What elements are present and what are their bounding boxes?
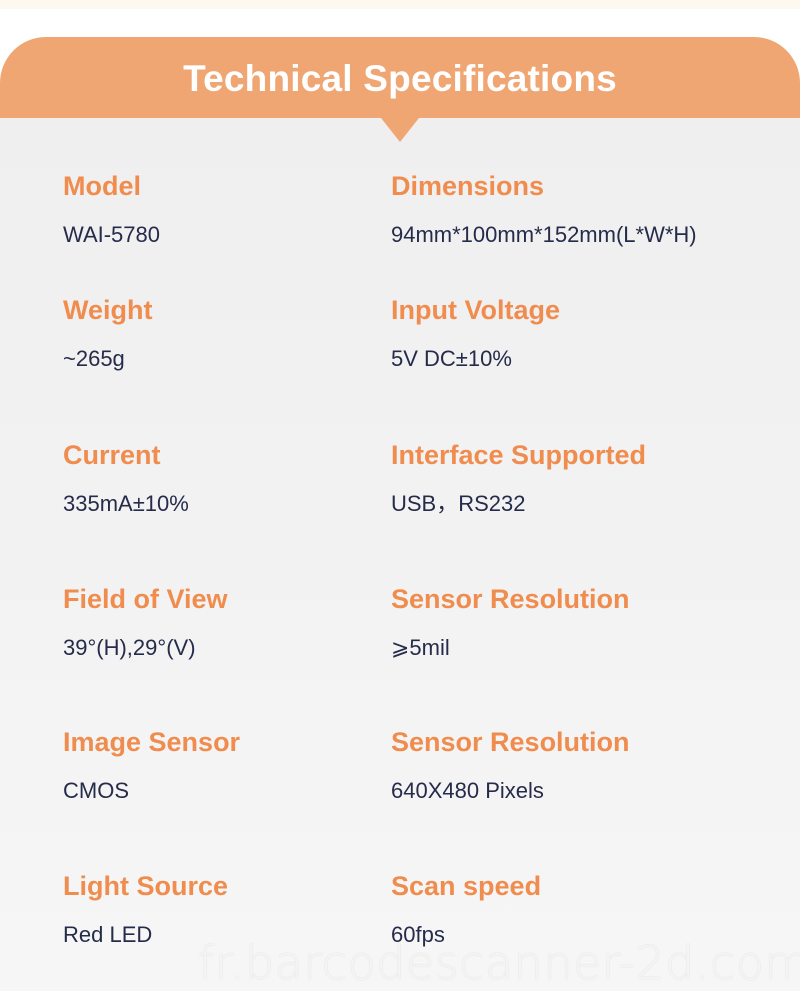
spec-label: Image Sensor (63, 727, 241, 757)
spec-weight: Weight ~265g (63, 294, 153, 373)
spec-input-voltage: Input Voltage 5V DC±10% (391, 294, 560, 373)
watermark: fr.barcodescanner-2d.com (198, 936, 800, 990)
spec-value: USB，RS232 (391, 491, 526, 516)
spec-interface: Interface Supported USB，RS232 (391, 439, 646, 518)
spec-field-of-view: Field of View 39°(H),29°(V) (63, 583, 228, 662)
spec-label: Light Source (63, 871, 229, 901)
spec-label: Sensor Resolution (391, 584, 630, 614)
spec-sensor-resolution-mil: Sensor Resolution ⩾5mil (391, 583, 630, 662)
spec-dimensions: Dimensions 94mm*100mm*152mm(L*W*H) (391, 170, 697, 249)
spec-value: 335mA±10% (63, 491, 189, 516)
spec-label: Interface Supported (391, 440, 647, 470)
spec-sensor-resolution-pixels: Sensor Resolution 640X480 Pixels (391, 726, 630, 805)
spec-value: CMOS (63, 778, 129, 803)
spec-label: Weight (63, 295, 153, 325)
spec-value: 5V DC±10% (391, 346, 512, 371)
spec-label: Current (63, 440, 161, 470)
spec-model: Model WAI-5780 (63, 170, 160, 249)
title-banner: Technical Specifications (0, 37, 800, 118)
banner-pointer-icon (381, 118, 419, 142)
spec-label: Sensor Resolution (391, 727, 630, 757)
spec-value: WAI-5780 (63, 222, 161, 247)
spec-label: Model (63, 171, 141, 201)
spec-value: ⩾5mil (391, 635, 450, 660)
spec-label: Input Voltage (391, 295, 560, 325)
spec-image-sensor: Image Sensor CMOS (63, 726, 240, 805)
spec-label: Dimensions (391, 171, 545, 201)
page-title: Technical Specifications (183, 57, 617, 99)
spec-value: ~265g (63, 346, 125, 371)
spec-value: 640X480 Pixels (391, 778, 544, 803)
spec-current: Current 335mA±10% (63, 439, 189, 518)
spec-value: 94mm*100mm*152mm(L*W*H) (391, 222, 697, 247)
top-strip (0, 0, 800, 9)
spec-label: Scan speed (391, 871, 542, 901)
spec-value: 39°(H),29°(V) (63, 635, 196, 660)
spec-label: Field of View (63, 584, 228, 614)
